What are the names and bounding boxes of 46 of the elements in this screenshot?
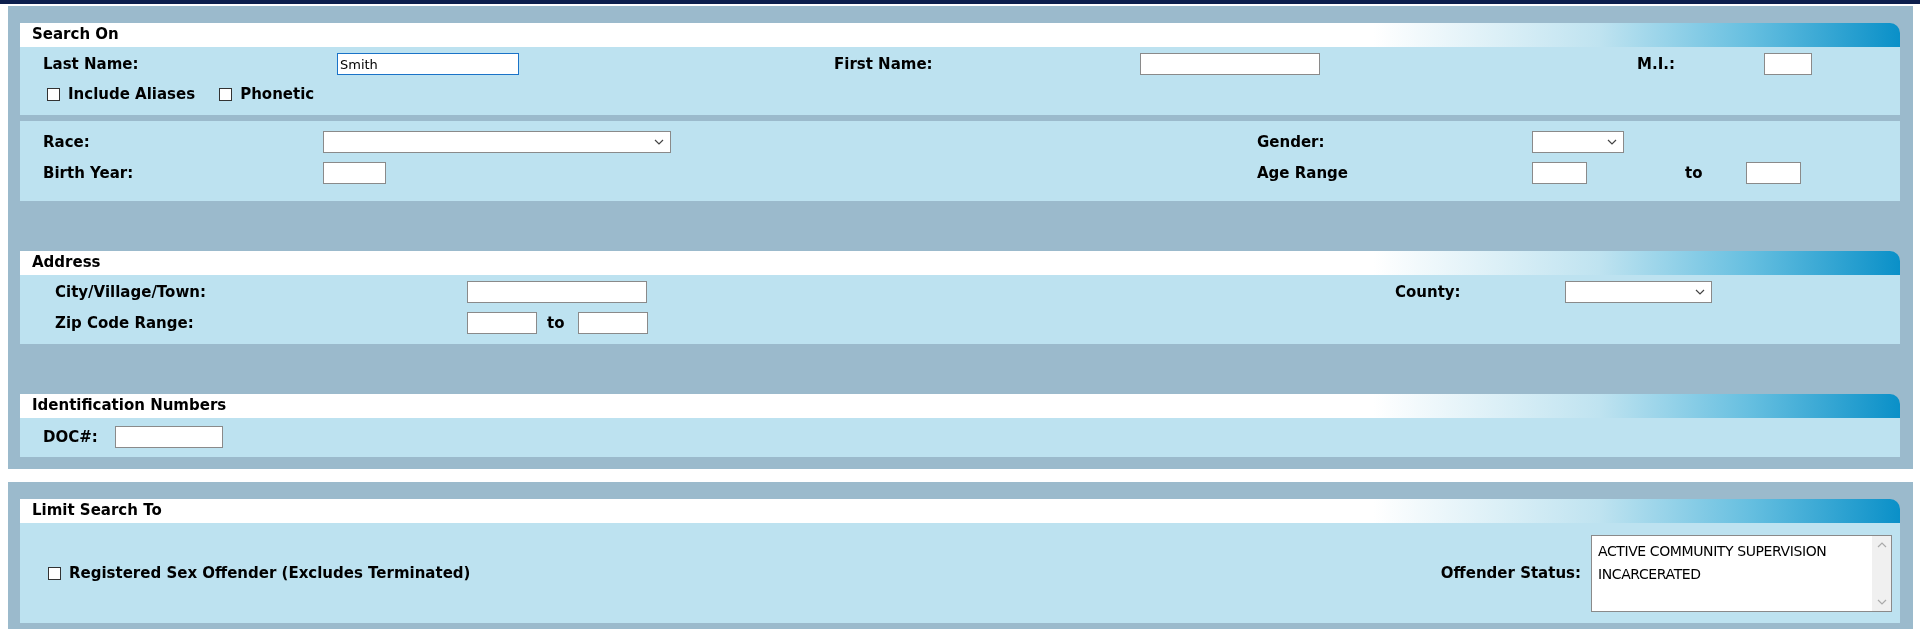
checkbox-label[interactable]: Include Aliases <box>68 85 196 103</box>
field-label: Offender Status: <box>1440 564 1581 582</box>
checkbox[interactable] <box>219 87 233 101</box>
field-label: DOC#: <box>43 428 98 446</box>
input-field[interactable] <box>1746 162 1801 184</box>
checkbox-label[interactable]: Phonetic <box>240 85 315 103</box>
input-field[interactable] <box>115 426 223 448</box>
field-label: Gender: <box>1257 133 1325 151</box>
dropdown[interactable] <box>1565 281 1712 303</box>
input-field[interactable] <box>1764 53 1812 75</box>
chevron-down-icon <box>1695 289 1705 295</box>
checkbox[interactable] <box>47 87 60 101</box>
field-label: Last Name: <box>43 55 139 73</box>
section-header: Identification Numbers <box>20 394 1900 418</box>
chevron-up-icon[interactable] <box>1876 541 1887 548</box>
section-header: Address <box>20 251 1900 275</box>
scrollbar[interactable] <box>1872 535 1891 611</box>
field-label: Birth Year: <box>43 164 134 182</box>
input-field[interactable] <box>1140 53 1320 75</box>
section-header: Search On <box>20 23 1900 47</box>
field-label: Age Range <box>1257 164 1348 182</box>
field-label: M.I.: <box>1637 55 1675 73</box>
list-option[interactable]: INCARCERATED <box>1598 562 1872 586</box>
chevron-down-icon <box>654 139 664 145</box>
list-box[interactable]: ACTIVE COMMUNITY SUPERVISION INCARCERATED <box>1591 534 1892 612</box>
input-field[interactable] <box>467 312 537 334</box>
input-field[interactable] <box>323 162 386 184</box>
chevron-down-icon <box>1607 139 1617 145</box>
chevron-down-icon[interactable] <box>1876 598 1887 605</box>
field-label: City/Village/Town: <box>55 283 206 301</box>
input-field[interactable] <box>578 312 648 334</box>
field-label: to <box>547 314 565 332</box>
dropdown[interactable] <box>323 131 671 153</box>
dropdown[interactable] <box>1532 131 1624 153</box>
input-field[interactable] <box>467 281 647 303</box>
field-label: County: <box>1395 283 1461 301</box>
field-label: Race: <box>43 133 90 151</box>
list-option[interactable]: ACTIVE COMMUNITY SUPERVISION <box>1598 539 1872 563</box>
checkbox[interactable] <box>48 566 61 580</box>
section-header: Limit Search To <box>20 499 1900 523</box>
input-field[interactable] <box>1532 162 1587 184</box>
checkbox-label[interactable]: Registered Sex Offender (Excludes Terminated) <box>69 564 471 582</box>
field-label: to <box>1685 164 1703 182</box>
input-field[interactable]: Smith <box>337 53 519 75</box>
field-label: Zip Code Range: <box>55 314 194 332</box>
field-label: First Name: <box>834 55 933 73</box>
